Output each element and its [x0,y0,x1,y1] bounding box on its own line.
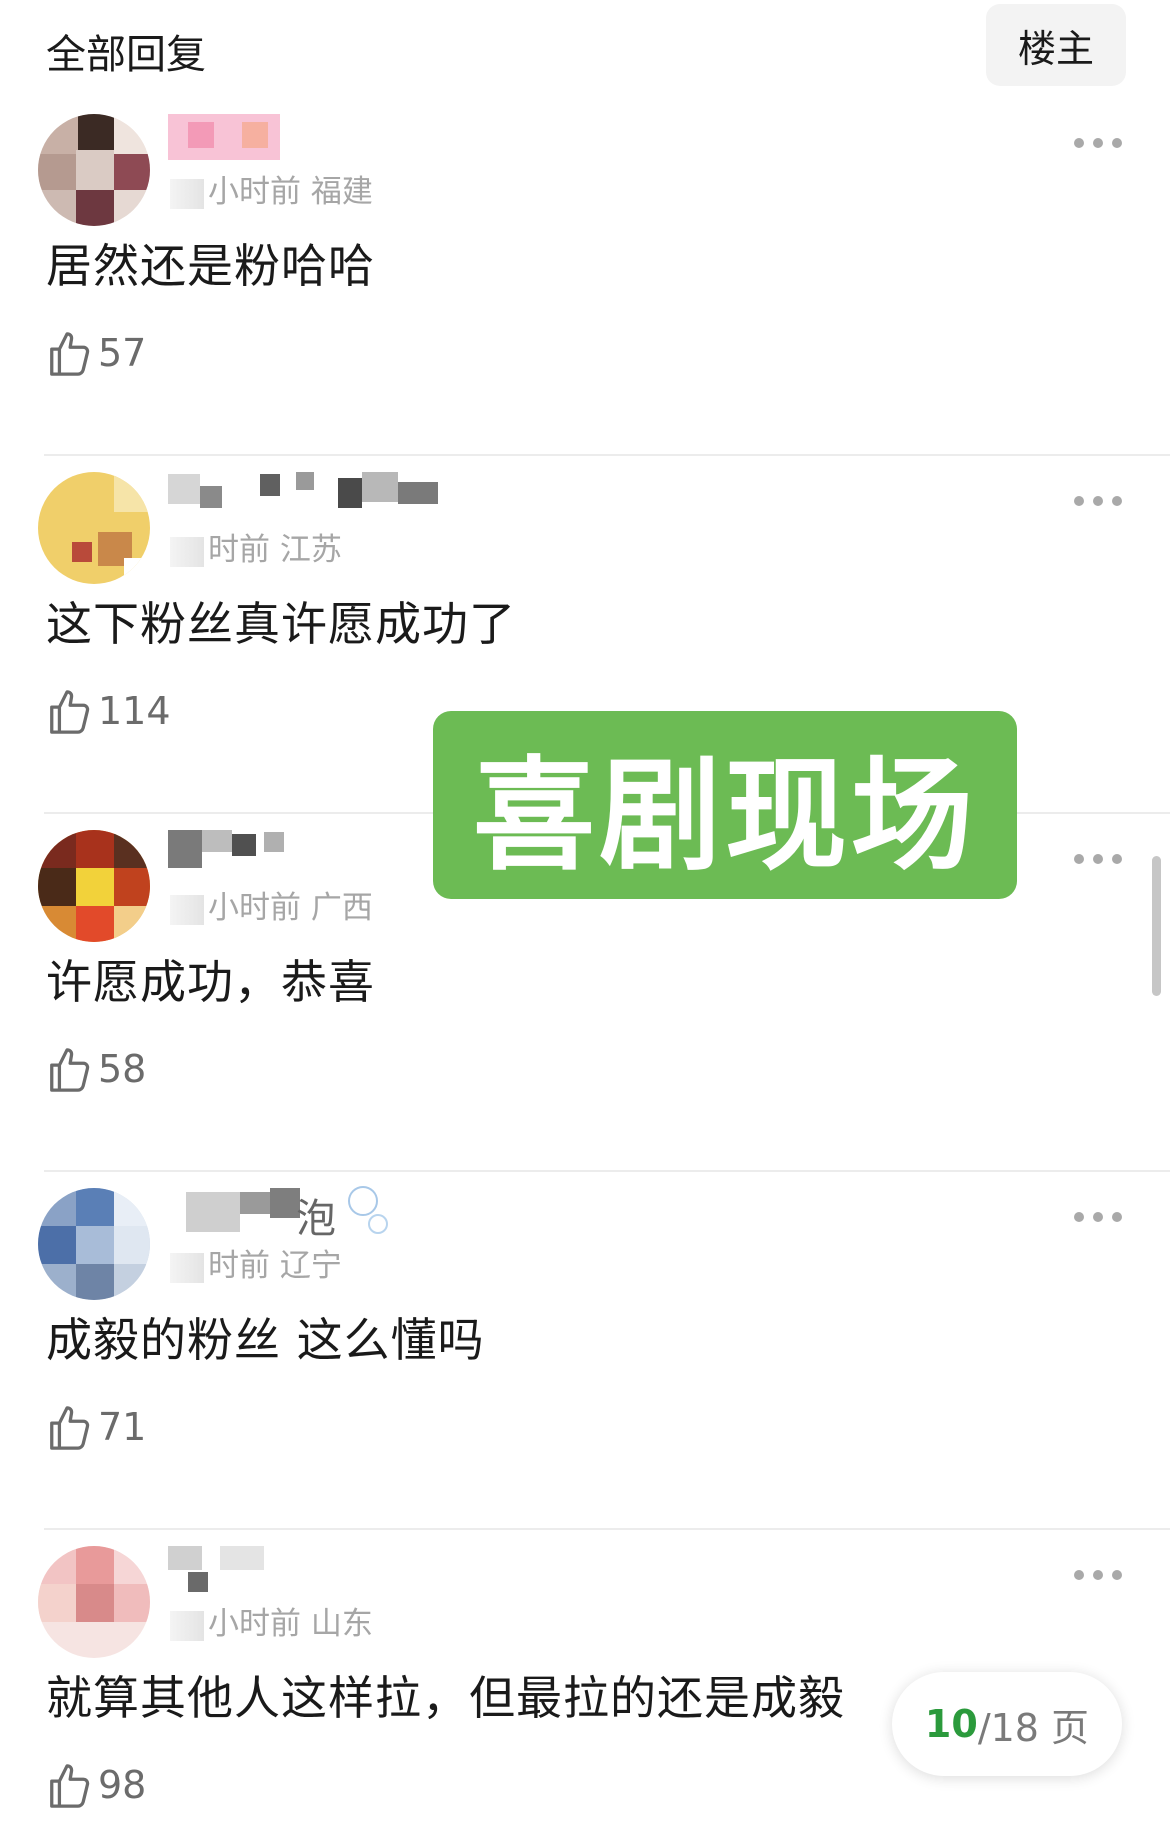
more-dots-icon[interactable] [1074,136,1122,150]
avatar[interactable] [38,1188,150,1300]
avatar[interactable] [38,1546,150,1658]
comment-text: 这下粉丝真许愿成功了 [46,597,516,651]
watermark-logo: 喜剧现场 [433,711,1017,899]
like-count: 114 [98,689,171,733]
more-dots-icon[interactable] [1074,852,1122,866]
current-page: 10 [924,1702,978,1746]
like-button[interactable]: 58 [46,1042,146,1096]
avatar[interactable] [38,114,150,226]
more-dots-icon[interactable] [1074,494,1122,508]
username-fragment: 泡 [296,1196,336,1242]
username-blurred[interactable] [168,1542,488,1598]
like-button[interactable]: 71 [46,1400,146,1454]
avatar[interactable] [38,830,150,942]
comment-item: 泡 时前 辽宁 成毅的粉丝 这么懂吗 71 [0,1172,1170,1530]
username-blurred[interactable] [168,110,488,166]
more-dots-icon[interactable] [1074,1210,1122,1224]
reply-header: 全部回复 楼主 [0,0,1170,100]
comment-text: 居然还是粉哈哈 [46,239,375,293]
like-button[interactable]: 114 [46,684,171,738]
username-blurred[interactable] [168,468,488,524]
comment-meta: 小时前 山东 [170,1598,373,1643]
comment-meta: 小时前 广西 [170,882,373,927]
thumbs-up-icon [50,690,90,734]
thumbs-up-icon [50,332,90,376]
scrollbar[interactable] [1152,856,1161,996]
like-count: 98 [98,1763,147,1807]
total-pages: /18 页 [977,1705,1090,1750]
like-button[interactable]: 98 [46,1758,146,1812]
comment-meta: 时前 江苏 [170,524,342,569]
thumbs-up-icon [50,1406,90,1450]
avatar[interactable] [38,472,150,584]
like-button[interactable]: 57 [46,326,146,380]
like-count: 57 [98,331,147,375]
comment-text: 许愿成功，恭喜 [46,955,375,1009]
page-indicator[interactable]: 10/18 页 [892,1672,1122,1776]
more-dots-icon[interactable] [1074,1568,1122,1582]
like-count: 58 [98,1047,147,1091]
like-count: 71 [98,1405,147,1449]
username-blurred[interactable]: 泡 [168,1184,488,1242]
op-only-filter-button[interactable]: 楼主 [986,4,1126,86]
page-title: 全部回复 [46,32,206,78]
comment-item: 小时前 福建 居然还是粉哈哈 57 [0,98,1170,456]
comment-text: 成毅的粉丝 这么懂吗 [46,1313,485,1367]
thumbs-up-icon [50,1048,90,1092]
comment-meta: 小时前 福建 [170,166,373,211]
comment-text: 就算其他人这样拉，但最拉的还是成毅 [46,1671,845,1725]
comment-meta: 时前 辽宁 [170,1240,342,1285]
thumbs-up-icon [50,1764,90,1808]
